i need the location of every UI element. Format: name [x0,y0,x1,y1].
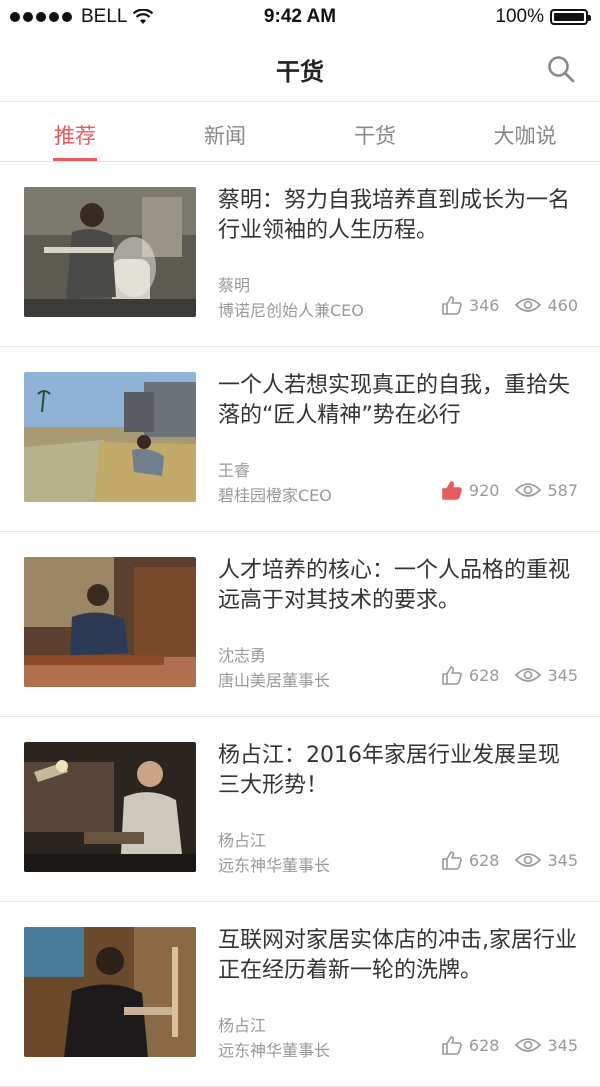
search-icon[interactable] [546,54,576,84]
article-author-role: 博诺尼创始人兼CEO [218,301,364,320]
eye-icon [515,853,542,867]
thumbs-up-icon[interactable] [441,295,463,315]
tab-practical[interactable]: 干货 [300,102,450,161]
view-counter: 345 [515,666,578,685]
article-stats: 628 345 [425,665,578,685]
article-title[interactable]: 杨占江：2016年家居行业发展呈现三大形势！ [218,741,578,801]
category-tabs: 推荐 新闻 干货 大咖说 [0,102,600,162]
like-counter[interactable]: 920 [441,480,500,500]
article-author-role: 唐山美居董事长 [218,671,331,690]
battery-percent: 100% [495,6,544,27]
like-counter[interactable]: 628 [441,665,500,685]
article-title[interactable]: 一个人若想实现真正的自我，重拾失落的“匠人精神”势在必行 [218,371,578,431]
like-counter[interactable]: 346 [441,295,500,315]
article-author: 王睿 [218,461,251,480]
eye-icon [515,1038,542,1052]
view-counter: 345 [515,1036,578,1055]
eye-icon [515,668,542,682]
status-bar: BELL 9:42 AM 100% [0,0,600,34]
page-title: 干货 [276,58,324,86]
view-counter: 587 [515,481,578,500]
like-count: 628 [468,665,500,685]
article-thumbnail[interactable] [24,187,196,317]
article-stats: 920 587 [425,480,578,500]
article-stats: 346 460 [425,295,578,315]
article-thumbnail[interactable] [24,927,196,1057]
like-counter[interactable]: 628 [441,1035,500,1055]
article-stats: 628 345 [425,850,578,870]
article-thumbnail[interactable] [24,557,196,687]
view-count: 460 [547,295,578,315]
thumbs-up-icon[interactable] [441,665,463,685]
tab-experts[interactable]: 大咖说 [450,102,600,161]
article-thumbnail[interactable] [24,742,196,872]
battery-icon [550,9,591,25]
tab-news[interactable]: 新闻 [150,102,300,161]
article-author-role: 远东神华董事长 [218,1041,331,1060]
article-item[interactable]: 互联网对家居实体店的冲击,家居行业正在经历着新一轮的洗牌。 杨占江 远东神华董事… [0,902,600,1087]
article-author: 杨占江 [218,831,267,850]
article-author-role: 碧桂园橙家CEO [218,486,332,505]
like-count: 628 [468,850,500,870]
article-item[interactable]: 一个人若想实现真正的自我，重拾失落的“匠人精神”势在必行 王睿 碧桂园橙家CEO… [0,347,600,532]
article-stats: 628 345 [425,1035,578,1055]
article-item[interactable]: 人才培养的核心：一个人品格的重视远高于对其技术的要求。 沈志勇 唐山美居董事长 … [0,532,600,717]
article-author-role: 远东神华董事长 [218,856,331,875]
like-count: 346 [468,295,500,315]
article-item[interactable]: 杨占江：2016年家居行业发展呈现三大形势！ 杨占江 远东神华董事长 628 3… [0,717,600,902]
like-counter[interactable]: 628 [441,850,500,870]
article-title[interactable]: 人才培养的核心：一个人品格的重视远高于对其技术的要求。 [218,556,578,616]
thumbs-up-icon[interactable] [441,1035,463,1055]
like-count: 920 [468,480,500,500]
view-counter: 345 [515,851,578,870]
view-count: 345 [547,1035,578,1055]
article-item[interactable]: 蔡明：努力自我培养直到成长为一名行业领袖的人生历程。 蔡明 博诺尼创始人兼CEO… [0,162,600,347]
status-right: 100% [495,6,591,28]
navigation-bar: 干货 [0,34,600,102]
view-count: 345 [547,850,578,870]
like-count: 628 [468,1035,500,1055]
view-count: 345 [547,665,578,685]
tab-recommended[interactable]: 推荐 [0,102,150,161]
article-thumbnail[interactable] [24,372,196,502]
article-title[interactable]: 蔡明：努力自我培养直到成长为一名行业领袖的人生历程。 [218,186,578,246]
eye-icon [515,483,542,497]
article-title[interactable]: 互联网对家居实体店的冲击,家居行业正在经历着新一轮的洗牌。 [218,926,578,986]
thumbs-up-icon[interactable] [441,850,463,870]
article-author: 沈志勇 [218,646,267,665]
article-feed: 蔡明：努力自我培养直到成长为一名行业领袖的人生历程。 蔡明 博诺尼创始人兼CEO… [0,162,600,1087]
eye-icon [515,298,542,312]
view-count: 587 [547,480,578,500]
article-author: 蔡明 [218,276,251,295]
article-author: 杨占江 [218,1016,267,1035]
thumbs-up-icon[interactable] [441,480,463,500]
view-counter: 460 [515,296,578,315]
